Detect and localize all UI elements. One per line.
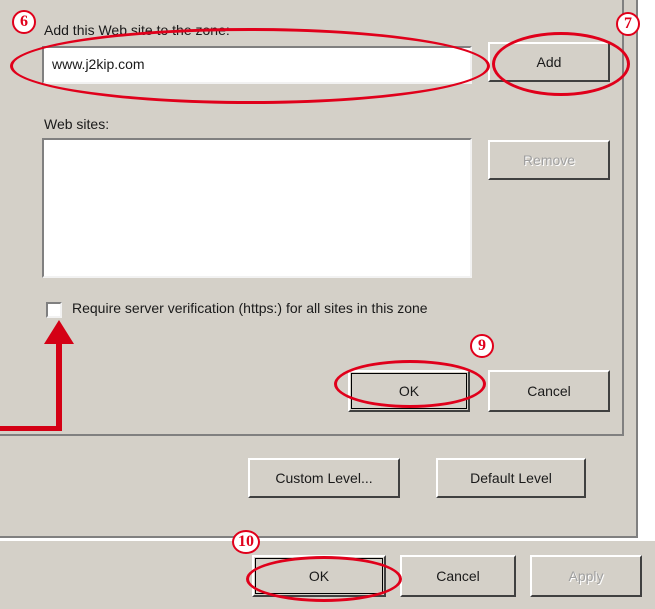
require-https-label: Require server verification (https:) for… bbox=[72, 300, 428, 316]
websites-label: Web sites: bbox=[44, 116, 110, 132]
main-apply-button[interactable]: Apply bbox=[530, 555, 642, 597]
require-https-checkbox[interactable] bbox=[46, 302, 62, 318]
step-9-badge: 9 bbox=[470, 334, 494, 358]
arrow-horizontal-line bbox=[0, 426, 62, 431]
add-button[interactable]: Add bbox=[488, 42, 610, 82]
custom-level-button[interactable]: Custom Level... bbox=[248, 458, 400, 498]
zone-ok-button[interactable]: OK bbox=[348, 370, 470, 412]
zone-cancel-button[interactable]: Cancel bbox=[488, 370, 610, 412]
arrow-vertical-line bbox=[56, 338, 62, 431]
main-dialog-footer: OK Cancel Apply bbox=[0, 540, 655, 609]
trusted-sites-dialog: Add this Web site to the zone: www.j2kip… bbox=[0, 0, 624, 436]
websites-list[interactable] bbox=[42, 138, 472, 278]
add-site-label: Add this Web site to the zone: bbox=[44, 22, 230, 38]
main-ok-button[interactable]: OK bbox=[252, 555, 386, 597]
internet-options-panel: Add this Web site to the zone: www.j2kip… bbox=[0, 0, 638, 538]
main-cancel-button[interactable]: Cancel bbox=[400, 555, 516, 597]
remove-button[interactable]: Remove bbox=[488, 140, 610, 180]
default-level-button[interactable]: Default Level bbox=[436, 458, 586, 498]
arrow-up-icon bbox=[44, 320, 74, 344]
step-7-badge: 7 bbox=[616, 12, 640, 36]
step-10-badge: 10 bbox=[232, 530, 260, 554]
add-site-input[interactable]: www.j2kip.com bbox=[42, 46, 472, 84]
step-6-badge: 6 bbox=[12, 10, 36, 34]
